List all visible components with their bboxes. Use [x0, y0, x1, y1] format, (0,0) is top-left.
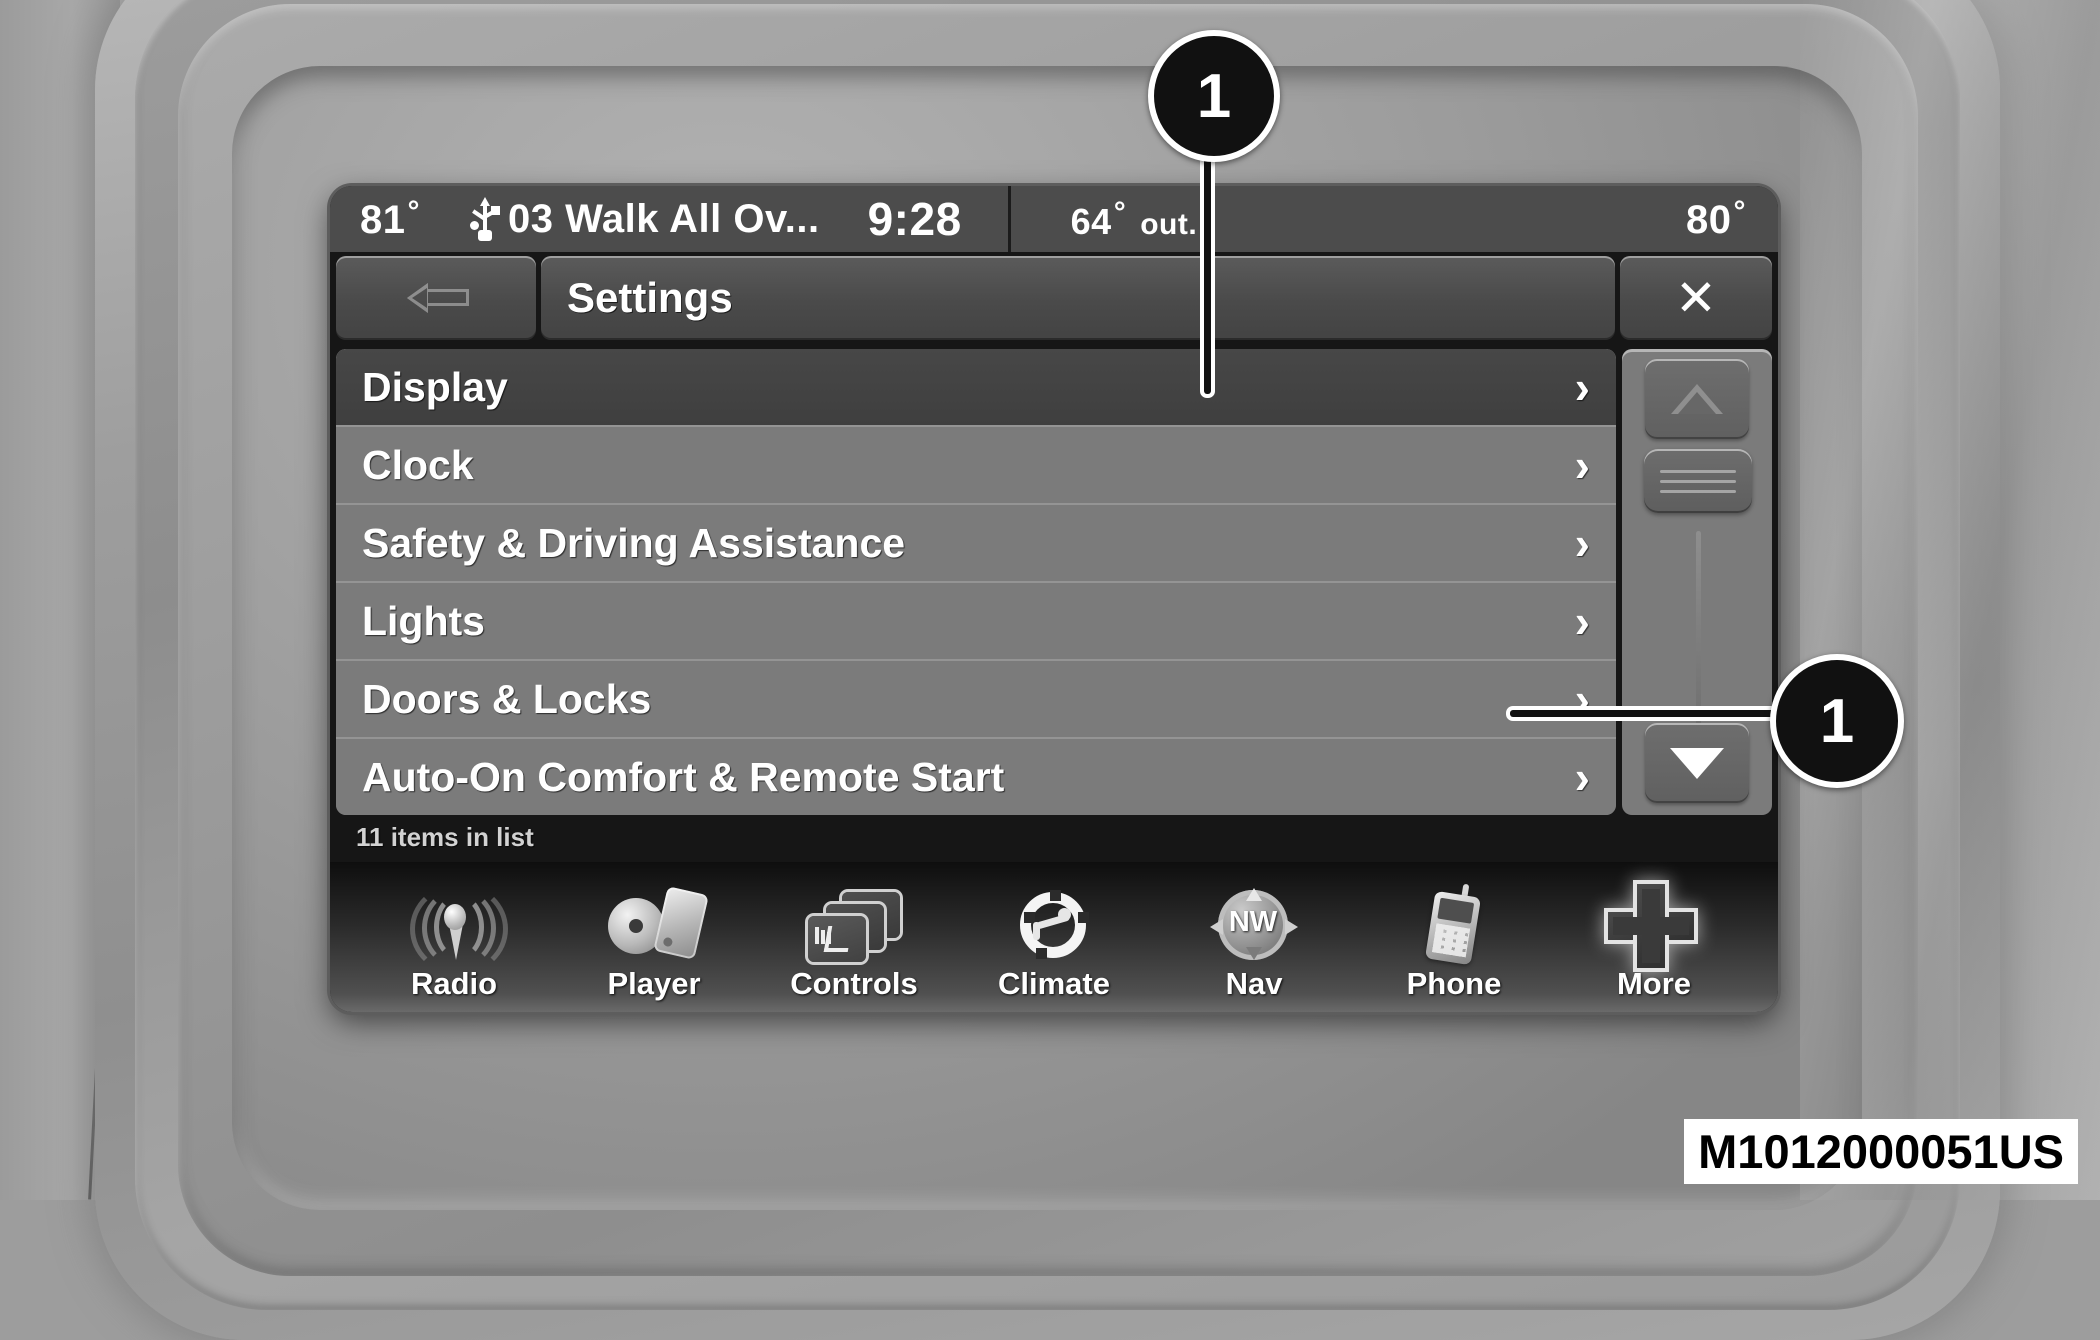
nav-item-climate[interactable]: Climate: [970, 886, 1138, 1002]
nav-item-phone[interactable]: Phone: [1370, 883, 1538, 1002]
menu-item-label: Clock: [362, 441, 474, 488]
passenger-temperature: 80°: [1686, 195, 1746, 242]
page-title: Settings: [567, 274, 733, 321]
settings-menu-list: Display › Clock › Safety & Driving Assis…: [336, 349, 1616, 815]
nav-item-radio[interactable]: Radio: [370, 883, 538, 1002]
nav-item-label: Player: [607, 966, 701, 1001]
outside-temperature: 64° out.: [1070, 195, 1198, 242]
callout-leader-line-top: [1204, 140, 1211, 394]
scroll-thumb-grip-icon: [1660, 489, 1736, 493]
nav-item-more[interactable]: More: [1570, 884, 1738, 1002]
scroll-down-arrow-icon: [1670, 747, 1724, 779]
title-bar: Settings ✕: [336, 256, 1772, 340]
driver-temperature: 81°: [360, 195, 420, 242]
close-button[interactable]: ✕: [1620, 256, 1772, 340]
menu-item-doors-locks[interactable]: Doors & Locks ›: [336, 661, 1616, 739]
nav-item-label: Nav: [1225, 966, 1283, 1001]
menu-item-safety-driving-assistance[interactable]: Safety & Driving Assistance ›: [336, 505, 1616, 583]
back-button[interactable]: [336, 256, 536, 340]
bezel-left-panel: [0, 0, 120, 1200]
bezel-right-highlight: [1800, 0, 2100, 1200]
callout-marker-1-top: 1: [1148, 30, 1280, 162]
nav-item-label: Climate: [998, 966, 1110, 1001]
chevron-right-icon: ›: [1574, 361, 1590, 413]
back-arrow-icon: [403, 278, 469, 318]
menu-item-display[interactable]: Display ›: [336, 349, 1616, 427]
chevron-right-icon: ›: [1574, 439, 1590, 491]
nav-item-controls[interactable]: Controls: [770, 886, 938, 1002]
close-icon: ✕: [1675, 270, 1717, 326]
nav-item-label: Controls: [790, 966, 918, 1001]
scroll-up-arrow-icon: [1671, 384, 1723, 414]
compass-direction-text: NW: [1228, 906, 1278, 938]
nav-item-label: More: [1616, 966, 1692, 1001]
menu-item-label: Auto-On Comfort & Remote Start: [362, 753, 1005, 800]
now-playing-track: 03 Walk All Ov...: [508, 196, 820, 241]
usb-icon: [470, 197, 500, 241]
menu-item-auto-on-comfort-remote-start[interactable]: Auto-On Comfort & Remote Start ›: [336, 739, 1616, 815]
scroll-up-button[interactable]: [1645, 359, 1749, 439]
status-bar: 81° 03 Walk All Ov... 9:28 64° out. 80°: [330, 186, 1778, 252]
player-icon: [602, 886, 709, 964]
chevron-right-icon: ›: [1574, 595, 1590, 647]
status-divider: [1007, 186, 1011, 252]
page-title-bar: Settings: [541, 256, 1615, 340]
scrollbar[interactable]: [1622, 349, 1772, 815]
menu-item-label: Lights: [362, 597, 485, 644]
scrollbar-thumb[interactable]: [1644, 449, 1752, 513]
nav-item-nav[interactable]: NW Nav: [1170, 886, 1338, 1002]
menu-item-label: Doors & Locks: [362, 675, 652, 722]
scroll-thumb-grip-icon: [1660, 469, 1736, 473]
part-number-label: M1012000051US: [1684, 1119, 2078, 1184]
nav-item-label: Phone: [1406, 966, 1502, 1001]
scroll-down-button[interactable]: [1645, 723, 1749, 803]
nav-item-player[interactable]: Player: [570, 886, 738, 1002]
chevron-right-icon: ›: [1574, 517, 1590, 569]
infotainment-screen: 81° 03 Walk All Ov... 9:28 64° out. 80° S…: [330, 186, 1778, 1012]
scroll-thumb-grip-icon: [1660, 479, 1736, 483]
menu-item-lights[interactable]: Lights ›: [336, 583, 1616, 661]
menu-item-label: Safety & Driving Assistance: [362, 519, 906, 566]
menu-item-clock[interactable]: Clock ›: [336, 427, 1616, 505]
menu-item-label: Display: [362, 363, 508, 410]
phone-icon: [1402, 883, 1506, 966]
nav-compass-icon: NW: [1202, 886, 1306, 964]
bottom-nav-bar: Radio Player Controls Climate NW Nav Pho…: [330, 862, 1778, 1012]
radio-icon: [402, 883, 508, 975]
list-region: Display › Clock › Safety & Driving Assis…: [336, 349, 1772, 815]
callout-marker-1-right: 1: [1770, 654, 1904, 788]
more-plus-icon: [1602, 884, 1706, 968]
climate-icon: [1002, 886, 1106, 964]
callout-leader-line-right: [1510, 710, 1782, 717]
chevron-right-icon: ›: [1574, 751, 1590, 803]
controls-icon: [802, 886, 906, 964]
item-count-label: 11 items in list: [356, 822, 534, 852]
clock: 9:28: [867, 193, 962, 245]
